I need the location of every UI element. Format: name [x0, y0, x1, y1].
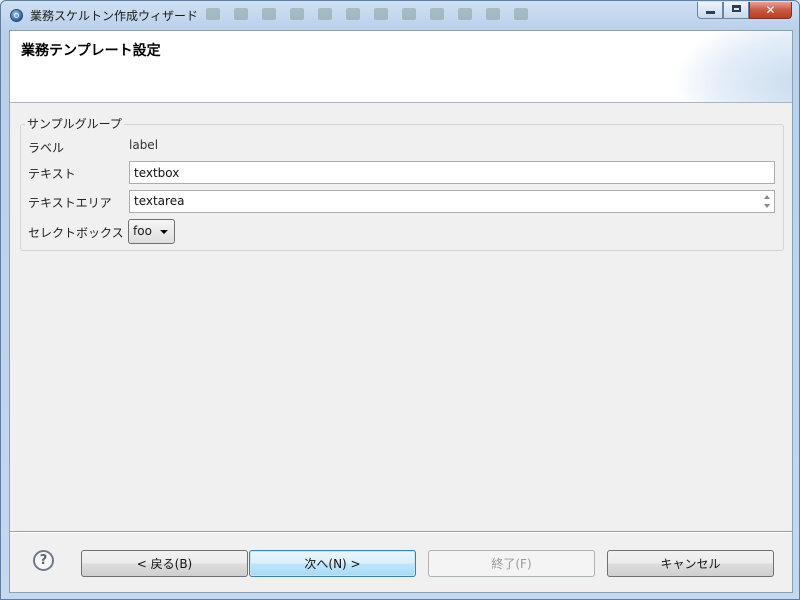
wizard-client-area: 業務テンプレート設定 サンプルグループ ラベル label テキスト テキストエ… — [9, 30, 793, 593]
minimize-icon — [706, 11, 715, 14]
help-button[interactable]: ? — [33, 550, 54, 571]
close-button[interactable]: ✕ — [749, 2, 792, 19]
footer-separator — [10, 531, 792, 533]
cancel-button[interactable]: キャンセル — [607, 550, 774, 577]
scroll-down-icon[interactable] — [763, 204, 770, 208]
minimize-button[interactable] — [697, 2, 723, 19]
label-row-label: ラベル — [28, 141, 65, 155]
header-decoration — [672, 31, 792, 102]
scroll-up-icon[interactable] — [763, 195, 770, 199]
back-button[interactable]: < 戻る(B) — [81, 550, 248, 577]
select-value: foo — [133, 224, 152, 238]
maximize-button[interactable] — [723, 2, 749, 19]
chevron-down-icon — [160, 230, 168, 234]
select-box[interactable]: foo — [128, 219, 175, 244]
next-button[interactable]: 次へ(N) > — [249, 550, 416, 577]
close-icon: ✕ — [765, 3, 776, 17]
label-row-value: label — [129, 138, 159, 152]
maximize-icon — [732, 5, 741, 12]
select-row-label: セレクトボックス — [28, 226, 124, 240]
finish-button[interactable]: 終了(F) — [428, 550, 595, 577]
text-input[interactable] — [129, 161, 775, 184]
page-title: 業務テンプレート設定 — [21, 43, 161, 59]
wizard-window: 業務スケルトン作成ウィザード ✕ 業務テンプレート設定 サンプルグループ ラベル… — [0, 0, 800, 600]
title-bar[interactable]: 業務スケルトン作成ウィザード ✕ — [1, 1, 799, 29]
textarea-row-label: テキストエリア — [28, 196, 112, 210]
window-title: 業務スケルトン作成ウィザード — [30, 9, 199, 23]
caption-buttons: ✕ — [697, 2, 792, 19]
background-toolbar-ghost — [206, 6, 606, 22]
textarea-scrollbar[interactable] — [759, 191, 774, 212]
app-icon — [10, 9, 23, 22]
text-row-label: テキスト — [28, 167, 76, 181]
group-legend: サンプルグループ — [25, 115, 124, 132]
wizard-header: 業務テンプレート設定 — [10, 31, 792, 103]
textarea-input[interactable]: textarea — [129, 190, 775, 213]
